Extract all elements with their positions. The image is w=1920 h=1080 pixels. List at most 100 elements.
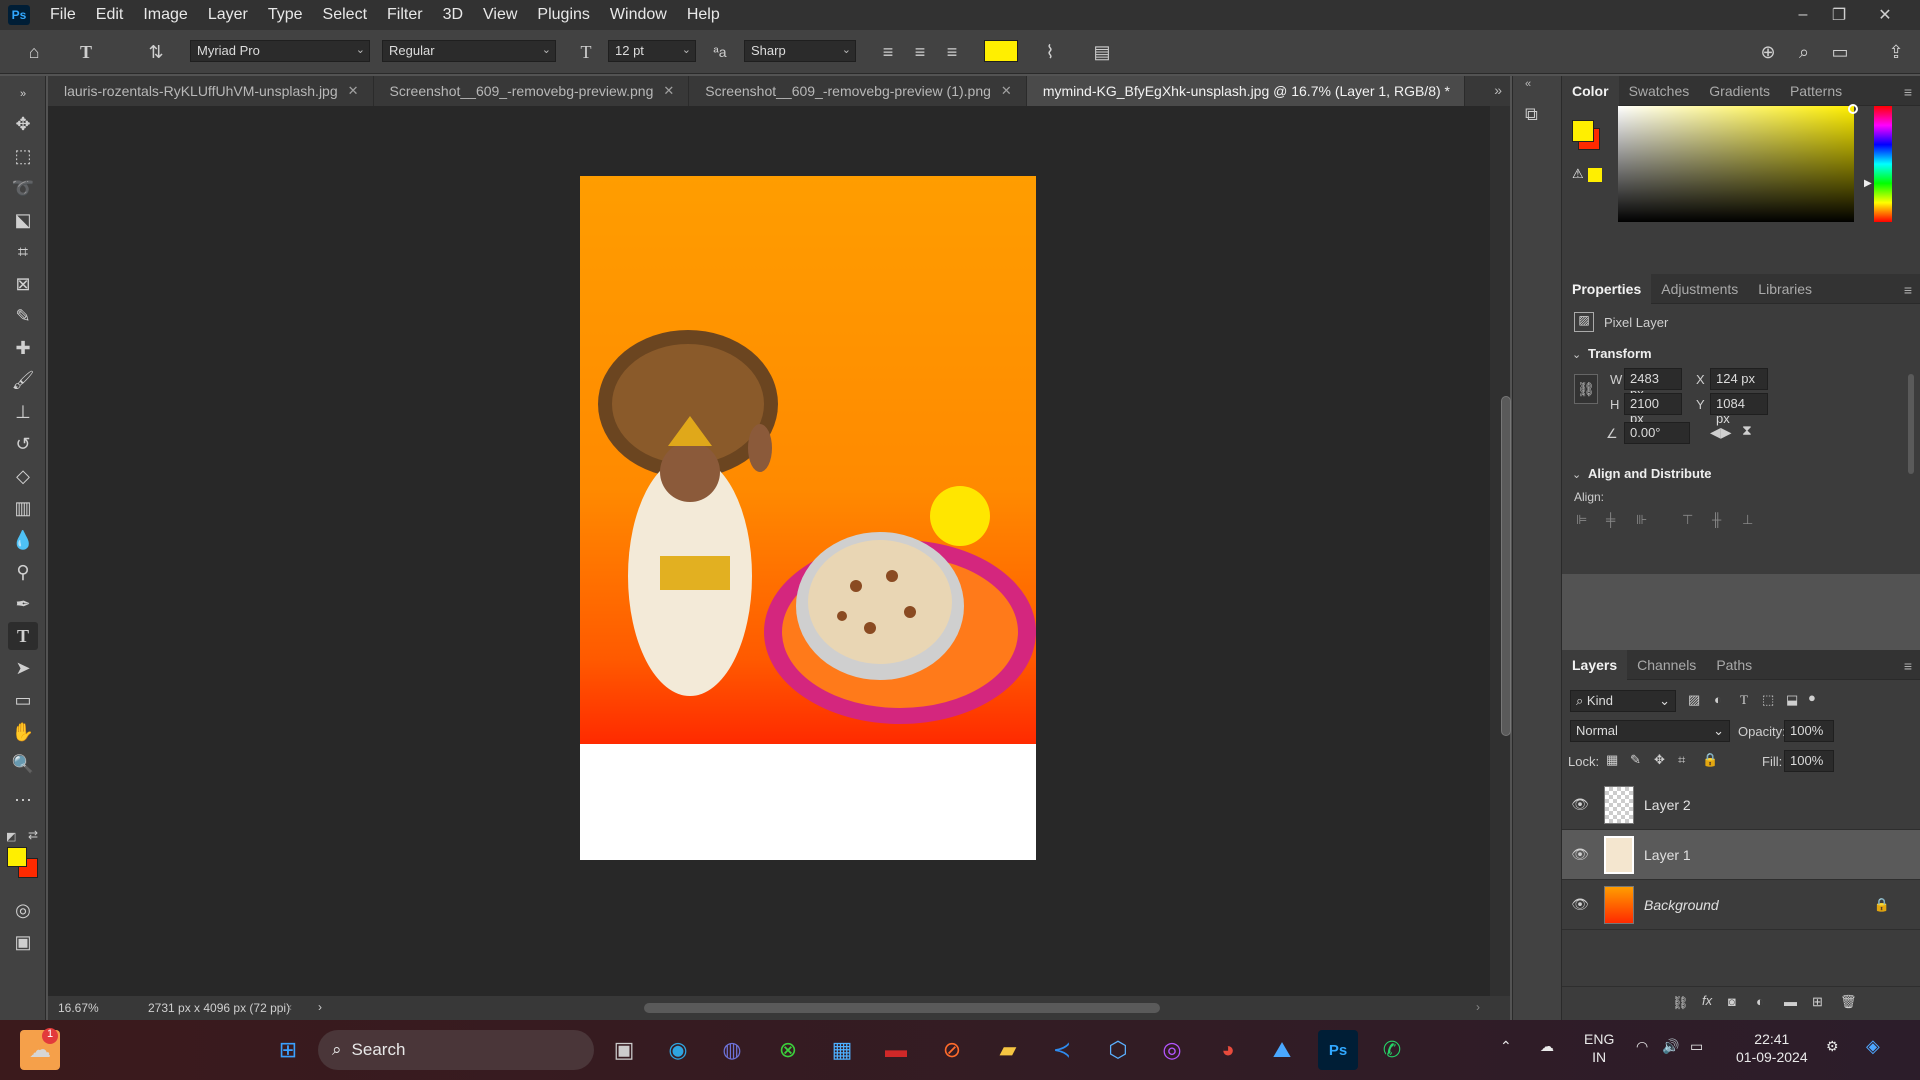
marquee-tool-icon[interactable]: ⬚: [8, 142, 38, 170]
filter-shape-icon[interactable]: ⬚: [1762, 692, 1774, 708]
layer-name[interactable]: Layer 1: [1644, 847, 1691, 863]
link-icon[interactable]: ⛓: [1574, 374, 1598, 404]
xbox-icon[interactable]: ⊗: [768, 1030, 808, 1070]
close-tab-icon[interactable]: ✕: [1001, 83, 1012, 99]
menu-window[interactable]: Window: [600, 6, 677, 24]
flip-vertical-icon[interactable]: ⧗: [1742, 422, 1752, 439]
more-tools-icon[interactable]: ⋯: [8, 786, 38, 814]
settings-gear-icon[interactable]: ⚙: [1826, 1038, 1839, 1055]
layer-name[interactable]: Layer 2: [1644, 797, 1691, 813]
align-right-edges-icon[interactable]: ⊪: [1636, 512, 1647, 528]
document-info[interactable]: 2731 px x 4096 px (72 ppi): [148, 1001, 290, 1015]
panel-menu-icon[interactable]: ≡: [1904, 84, 1912, 100]
menu-file[interactable]: File: [40, 6, 86, 24]
font-size-select[interactable]: 12 pt ⌄: [608, 40, 696, 62]
close-window-icon[interactable]: ✕: [1868, 0, 1902, 30]
tab-paths[interactable]: Paths: [1706, 650, 1762, 680]
opacity-field[interactable]: 100%: [1784, 720, 1834, 742]
layer-row[interactable]: 👁 Layer 2: [1562, 780, 1920, 830]
menu-layer[interactable]: Layer: [198, 6, 258, 24]
home-icon[interactable]: ⌂: [20, 38, 48, 66]
font-style-select[interactable]: Regular ⌄: [382, 40, 556, 62]
menu-select[interactable]: Select: [313, 6, 377, 24]
crop-tool-icon[interactable]: ⌗: [8, 238, 38, 266]
properties-scrollbar[interactable]: [1908, 374, 1914, 474]
dodge-tool-icon[interactable]: ⚲: [8, 558, 38, 586]
share-user-icon[interactable]: ⊕: [1754, 38, 1782, 66]
tab-document-active[interactable]: mymind-KG_BfyEgXhk-unsplash.jpg @ 16.7% …: [1026, 76, 1465, 106]
chevron-down-icon[interactable]: ⌄: [1572, 348, 1581, 361]
angle-field[interactable]: 0.00°: [1624, 422, 1690, 444]
tab-channels[interactable]: Channels: [1627, 650, 1706, 680]
photoshop-taskbar-icon[interactable]: Ps: [1318, 1030, 1358, 1070]
collapse-icon[interactable]: »: [8, 80, 38, 108]
menu-filter[interactable]: Filter: [377, 6, 433, 24]
history-brush-tool-icon[interactable]: ↺: [8, 430, 38, 458]
font-family-select[interactable]: Myriad Pro ⌄: [190, 40, 370, 62]
tab-adjustments[interactable]: Adjustments: [1651, 274, 1748, 304]
blend-mode-select[interactable]: Normal ⌄: [1570, 720, 1730, 742]
text-color-swatch[interactable]: [984, 40, 1018, 62]
brush-tool-icon[interactable]: 🖌: [8, 366, 38, 394]
hue-slider[interactable]: [1874, 106, 1892, 222]
tab-document-3[interactable]: Screenshot__609_-removebg-preview (1).pn…: [689, 76, 1027, 106]
default-colors-icon[interactable]: ◩: [6, 830, 16, 843]
lock-position-icon[interactable]: ✥: [1654, 752, 1665, 768]
align-horizontal-centers-icon[interactable]: ╪: [1606, 512, 1615, 527]
fill-field[interactable]: 100%: [1784, 750, 1834, 772]
share-icon[interactable]: ⇪: [1882, 38, 1910, 66]
gamut-color-swatch[interactable]: [1588, 168, 1602, 182]
x-field[interactable]: 124 px: [1710, 368, 1768, 390]
panel-menu-icon[interactable]: ≡: [1904, 658, 1912, 674]
collapse-panels-icon[interactable]: «: [1525, 78, 1531, 90]
zoom-tool-icon[interactable]: 🔍: [8, 750, 38, 778]
volume-icon[interactable]: 🔊: [1662, 1038, 1679, 1055]
new-group-icon[interactable]: ▬: [1784, 994, 1797, 1009]
menu-plugins[interactable]: Plugins: [527, 6, 599, 24]
quick-mask-icon[interactable]: ◎: [8, 896, 38, 924]
layer-lock-icon[interactable]: 🔒: [1874, 897, 1890, 913]
visibility-eye-icon[interactable]: 👁: [1562, 796, 1598, 813]
eyedropper-tool-icon[interactable]: ✎: [8, 302, 38, 330]
screen-mode-icon[interactable]: ▣: [8, 928, 38, 956]
language-indicator[interactable]: ENG IN: [1584, 1030, 1614, 1066]
stamp-tool-icon[interactable]: ⊥: [8, 398, 38, 426]
hand-tool-icon[interactable]: ✋: [8, 718, 38, 746]
rectangle-tool-icon[interactable]: ▭: [8, 686, 38, 714]
wifi-icon[interactable]: ◠: [1636, 1038, 1648, 1055]
text-orientation-icon[interactable]: ⇅: [142, 38, 170, 66]
tab-patterns[interactable]: Patterns: [1780, 76, 1852, 106]
type-tool-preset-icon[interactable]: T: [72, 38, 100, 66]
app-red-icon[interactable]: ▬: [876, 1030, 916, 1070]
color-picker-handle[interactable]: [1848, 104, 1858, 114]
filter-pixel-icon[interactable]: ▨: [1688, 692, 1700, 708]
foreground-color-swatch[interactable]: [7, 847, 27, 867]
battery-icon[interactable]: ▭: [1690, 1038, 1703, 1055]
tab-layers[interactable]: Layers: [1562, 649, 1628, 680]
fx-icon[interactable]: fx: [1702, 993, 1712, 1008]
align-right-icon[interactable]: ≡: [938, 38, 966, 66]
gradient-tool-icon[interactable]: ▥: [8, 494, 38, 522]
canvas-area[interactable]: [48, 106, 1490, 996]
link-layers-icon[interactable]: ⛓: [1672, 995, 1689, 1011]
task-view-icon[interactable]: ▣: [604, 1030, 644, 1070]
layer-filter-select[interactable]: ⌕ Kind ⌄: [1570, 690, 1676, 712]
close-tab-icon[interactable]: ✕: [663, 83, 674, 99]
workspace-icon[interactable]: ▭: [1826, 38, 1854, 66]
menu-help[interactable]: Help: [677, 6, 730, 24]
tab-document-2[interactable]: Screenshot__609_-removebg-preview.png ✕: [374, 76, 690, 106]
filter-smart-object-icon[interactable]: ⬓: [1786, 692, 1798, 708]
chevron-down-icon[interactable]: ⌄: [1572, 468, 1581, 481]
delete-layer-icon[interactable]: 🗑: [1840, 994, 1857, 1010]
photos-icon[interactable]: ⛰: [1262, 1030, 1302, 1070]
tab-color[interactable]: Color: [1562, 75, 1619, 106]
vscode-icon[interactable]: ≺: [1042, 1030, 1082, 1070]
antialias-select[interactable]: Sharp ⌄: [744, 40, 856, 62]
align-vertical-centers-icon[interactable]: ╫: [1712, 512, 1721, 527]
tab-properties[interactable]: Properties: [1562, 273, 1652, 304]
document-canvas[interactable]: [580, 176, 1036, 860]
filter-adjustment-icon[interactable]: ◐: [1714, 692, 1722, 707]
align-left-icon[interactable]: ≡: [874, 38, 902, 66]
gamut-warning-icon[interactable]: ⚠: [1572, 166, 1584, 182]
object-select-tool-icon[interactable]: ⬕: [8, 206, 38, 234]
